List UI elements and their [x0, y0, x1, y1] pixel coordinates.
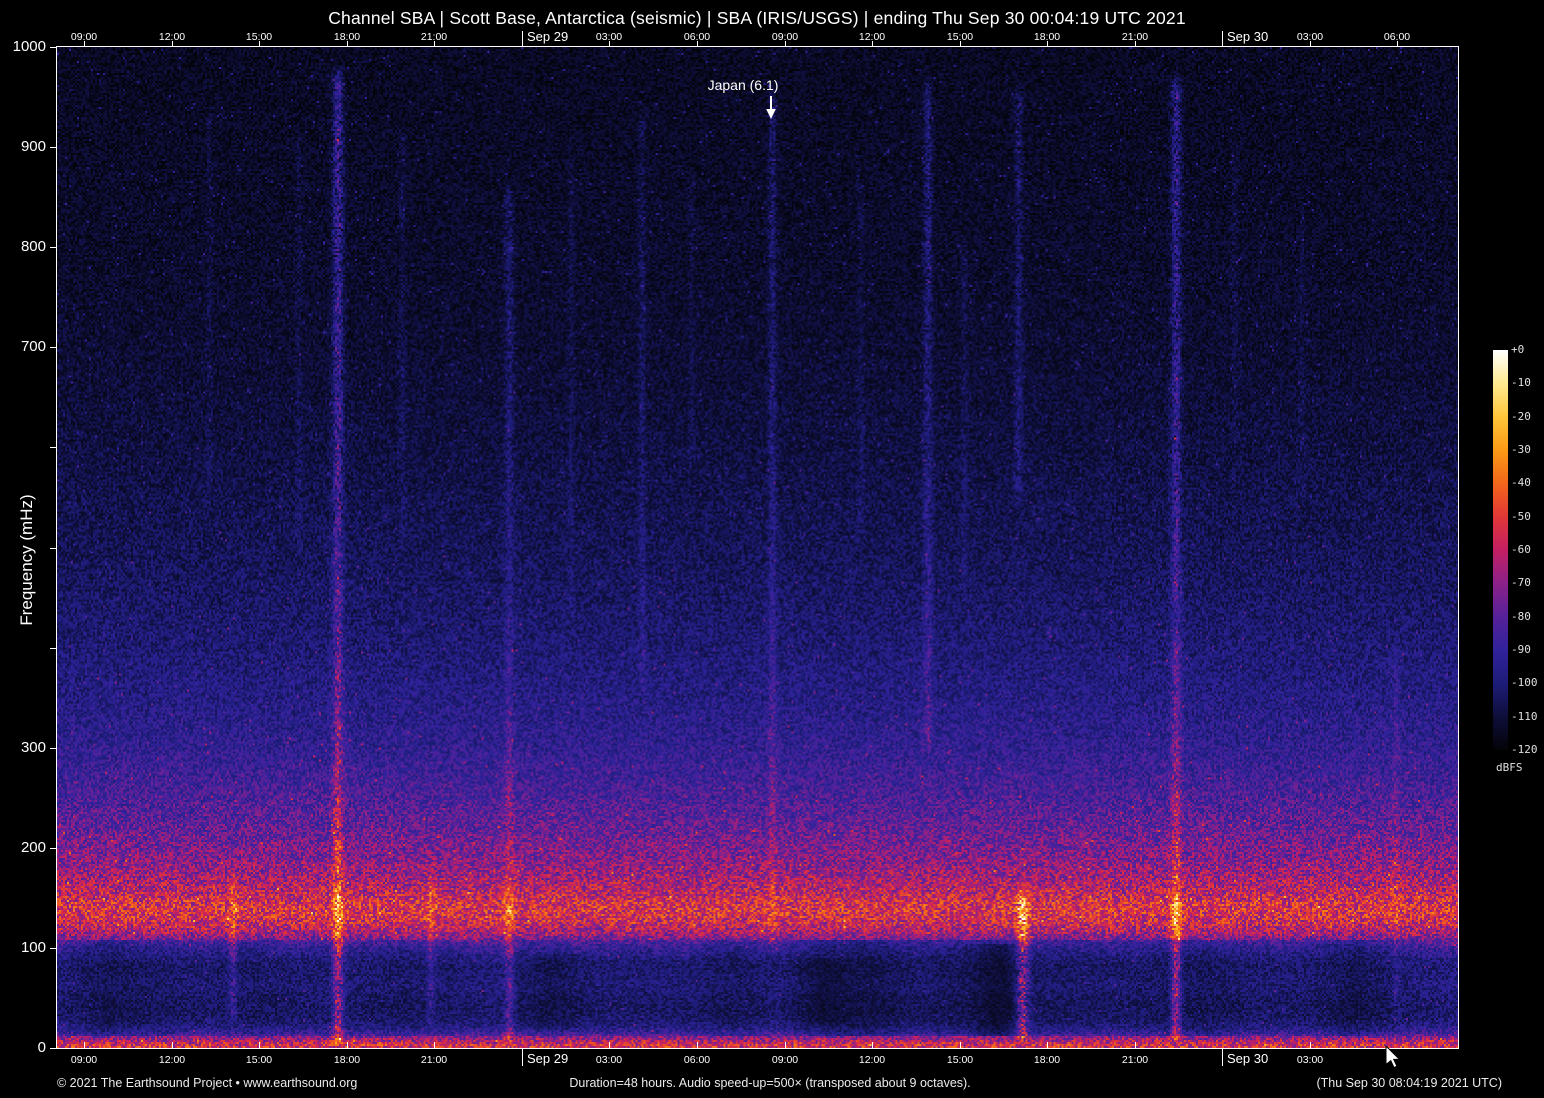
x-tick-label-bottom: 03:00: [1296, 1054, 1324, 1066]
footer-copyright: © 2021 The Earthsound Project • www.eart…: [57, 1076, 358, 1090]
x-tick-bottom: [522, 1048, 523, 1066]
y-tick-label: 700: [20, 338, 46, 355]
x-tick-bottom: [785, 1042, 786, 1048]
x-tick-label-bottom: 15:00: [946, 1054, 974, 1066]
x-tick-label-bottom: 12:00: [158, 1054, 186, 1066]
y-tick: [50, 748, 57, 749]
y-tick-label: 1000: [12, 38, 46, 55]
colorbar-tick-label: +0: [1511, 343, 1525, 356]
x-tick-label-top: 06:00: [683, 31, 711, 43]
x-tick-bottom: [172, 1042, 173, 1048]
x-tick-bottom: [1135, 1042, 1136, 1048]
y-tick-label: 800: [20, 238, 46, 255]
x-tick-label-top: 12:00: [858, 31, 886, 43]
colorbar-tick-label: -90: [1511, 643, 1531, 656]
colorbar-tick-label: -110: [1511, 710, 1538, 723]
colorbar-tick-label: -80: [1511, 610, 1531, 623]
footer-duration: Duration=48 hours. Audio speed-up=500× (…: [569, 1076, 971, 1090]
x-tick-label-bottom: 12:00: [858, 1054, 886, 1066]
y-tick: [50, 1048, 57, 1049]
y-tick: [50, 347, 57, 348]
mouse-cursor-icon: [1385, 1046, 1401, 1069]
colorbar-tick-label: -30: [1511, 443, 1531, 456]
x-tick-label-top: Sep 29: [527, 29, 569, 44]
y-tick-label: 0: [37, 1039, 46, 1056]
x-tick-label-bottom: 21:00: [420, 1054, 448, 1066]
x-tick-label-top: 12:00: [158, 31, 186, 43]
x-tick-bottom: [84, 1042, 85, 1048]
x-tick-top: [522, 31, 523, 47]
y-tick: [50, 648, 57, 649]
x-tick-bottom: [1222, 1048, 1223, 1066]
x-tick-bottom: [697, 1042, 698, 1048]
page-title: Channel SBA | Scott Base, Antarctica (se…: [328, 8, 1186, 28]
colorbar-tick-label: -120: [1511, 743, 1538, 756]
y-tick-label: 300: [20, 739, 46, 756]
colorbar-tick-label: -60: [1511, 543, 1531, 556]
x-tick-top: [1222, 31, 1223, 47]
x-tick-label-bottom: Sep 30: [1227, 1051, 1269, 1066]
x-tick-bottom: [1047, 1042, 1048, 1048]
x-tick-label-top: 09:00: [771, 31, 799, 43]
colorbar-tick-label: -100: [1511, 676, 1538, 689]
y-tick: [50, 948, 57, 949]
x-tick-label-top: 21:00: [420, 31, 448, 43]
x-tick-bottom: [609, 1042, 610, 1048]
colorbar-tick-label: -20: [1511, 410, 1531, 423]
y-tick: [50, 848, 57, 849]
colorbar-tick-label: -10: [1511, 376, 1531, 389]
y-tick: [50, 247, 57, 248]
x-tick-bottom: [960, 1042, 961, 1048]
x-tick-label-top: 18:00: [333, 31, 361, 43]
y-tick-label: 900: [20, 138, 46, 155]
x-tick-label-bottom: 06:00: [683, 1054, 711, 1066]
colorbar-unit-label: dBFS: [1496, 761, 1523, 774]
y-tick-label: 100: [20, 939, 46, 956]
x-tick-label-bottom: 21:00: [1121, 1054, 1149, 1066]
colorbar-tick-label: -40: [1511, 476, 1531, 489]
y-tick: [50, 47, 57, 48]
x-tick-label-bottom: 18:00: [1033, 1054, 1061, 1066]
x-tick-label-top: 15:00: [245, 31, 273, 43]
earthquake-annotation-label: Japan (6.1): [707, 77, 779, 93]
x-tick-bottom: [872, 1042, 873, 1048]
x-tick-label-bottom: Sep 29: [527, 1051, 569, 1066]
down-arrow-icon: [766, 96, 776, 119]
x-tick-bottom: [347, 1042, 348, 1048]
colorbar-tick-label: -70: [1511, 576, 1531, 589]
colorbar-tick-label: -50: [1511, 510, 1531, 523]
footer-render-timestamp: (Thu Sep 30 08:04:19 2021 UTC): [1316, 1076, 1502, 1090]
x-tick-label-top: 09:00: [70, 31, 98, 43]
y-tick-label: 200: [20, 839, 46, 856]
spectrogram-page: Channel SBA | Scott Base, Antarctica (se…: [0, 0, 1544, 1098]
x-tick-label-bottom: 09:00: [70, 1054, 98, 1066]
y-tick: [50, 147, 57, 148]
x-tick-label-bottom: 03:00: [595, 1054, 623, 1066]
x-tick-bottom: [259, 1042, 260, 1048]
x-tick-label-bottom: 09:00: [771, 1054, 799, 1066]
x-tick-label-top: 06:00: [1383, 31, 1411, 43]
colorbar: [1493, 350, 1508, 750]
spectrogram-canvas: [57, 47, 1458, 1048]
x-tick-label-top: 03:00: [1296, 31, 1324, 43]
x-tick-label-bottom: 15:00: [245, 1054, 273, 1066]
x-tick-bottom: [1310, 1042, 1311, 1048]
x-tick-label-top: 21:00: [1121, 31, 1149, 43]
x-tick-label-top: Sep 30: [1227, 29, 1269, 44]
spectrogram-plot: [57, 47, 1458, 1048]
x-tick-bottom: [434, 1042, 435, 1048]
x-tick-label-bottom: 18:00: [333, 1054, 361, 1066]
x-tick-label-top: 03:00: [595, 31, 623, 43]
x-tick-label-top: 15:00: [946, 31, 974, 43]
y-tick: [50, 548, 57, 549]
x-tick-label-top: 18:00: [1033, 31, 1061, 43]
y-tick: [50, 447, 57, 448]
y-axis-title: Frequency (mHz): [17, 494, 36, 626]
